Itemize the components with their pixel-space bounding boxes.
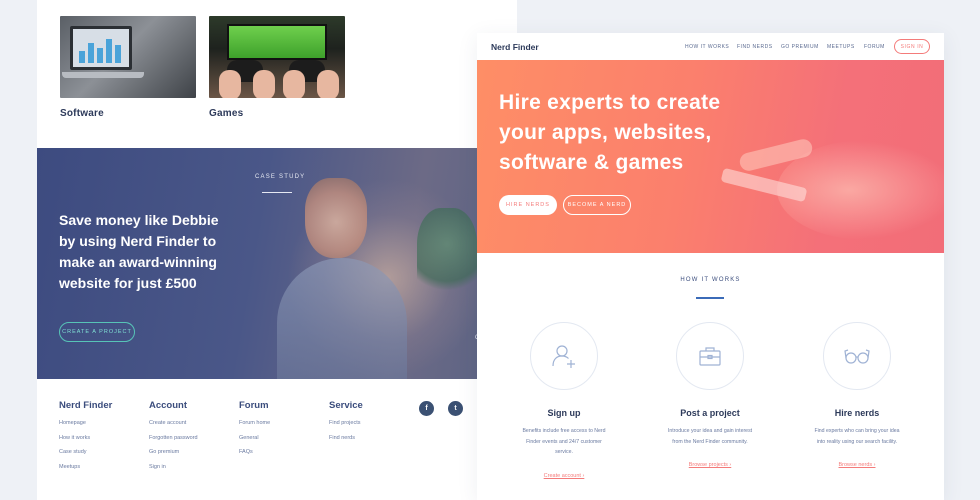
- section-heading-how-it-works: HOW IT WORKS: [680, 277, 741, 283]
- step-post-a-project: Post a project Introduce your idea and g…: [640, 322, 780, 468]
- brand-logo[interactable]: Nerd Finder: [491, 42, 539, 52]
- step-description: Benefits include free access to Nerd Fin…: [522, 428, 606, 455]
- nav-meetups[interactable]: MEETUPS: [827, 44, 855, 50]
- footer-link-go-premium[interactable]: Go premium: [149, 449, 239, 455]
- sign-in-button[interactable]: SIGN IN: [894, 39, 930, 54]
- hero-banner: Hire experts to create your apps, websit…: [477, 60, 944, 253]
- top-nav: Nerd Finder HOW IT WORKS FIND NERDS GO P…: [477, 33, 944, 60]
- browse-nerds-link[interactable]: Browse nerds ›: [787, 462, 927, 468]
- category-label: Software: [60, 108, 104, 119]
- category-card-software[interactable]: Software: [60, 16, 196, 119]
- software-thumbnail: [60, 16, 196, 98]
- step-description: Find experts who can bring your idea int…: [814, 428, 900, 445]
- footer-link-faqs[interactable]: FAQs: [239, 449, 329, 455]
- footer-link-case-study[interactable]: Case study: [59, 449, 149, 455]
- footer-link-homepage[interactable]: Homepage: [59, 420, 149, 426]
- create-project-button[interactable]: CREATE A PROJECT: [59, 322, 135, 342]
- hero-title: Hire experts to create your apps, websit…: [499, 91, 721, 174]
- footer-column-service: Service Find projects Find nerds: [329, 400, 419, 478]
- browse-projects-link[interactable]: Browse projects ›: [640, 462, 780, 468]
- divider: [696, 297, 724, 299]
- laptop-icon: [70, 26, 132, 70]
- footer-link-find-nerds[interactable]: Find nerds: [329, 435, 419, 441]
- nav-forum[interactable]: FORUM: [864, 44, 885, 50]
- category-card-games[interactable]: Games: [209, 16, 345, 119]
- nav-how-it-works[interactable]: HOW IT WORKS: [685, 44, 729, 50]
- case-study-title: Save money like Debbie by using Nerd Fin…: [59, 212, 219, 291]
- briefcase-icon: [676, 322, 744, 390]
- footer-link-create-account[interactable]: Create account: [149, 420, 239, 426]
- footer-link-general[interactable]: General: [239, 435, 329, 441]
- category-label: Games: [209, 108, 244, 119]
- nav-go-premium[interactable]: GO PREMIUM: [781, 44, 819, 50]
- footer: Nerd Finder Homepage How it works Case s…: [59, 400, 419, 478]
- footer-link-how-it-works[interactable]: How it works: [59, 435, 149, 441]
- case-study-banner: CASE STUDY Save money like Debbie by usi…: [37, 148, 517, 379]
- hire-nerds-button[interactable]: HIRE NERDS: [499, 195, 557, 215]
- step-hire-nerds: Hire nerds Find experts who can bring yo…: [787, 322, 927, 468]
- games-thumbnail: [209, 16, 345, 98]
- user-add-icon: [530, 322, 598, 390]
- facebook-icon[interactable]: f: [419, 401, 434, 416]
- footer-column-account: Account Create account Forgotten passwor…: [149, 400, 239, 478]
- step-description: Introduce your idea and gain interest fr…: [667, 428, 753, 445]
- footer-column-title: Account: [149, 400, 187, 411]
- footer-link-forum-home[interactable]: Forum home: [239, 420, 329, 426]
- case-study-tag: CASE STUDY: [255, 174, 306, 180]
- step-title: Post a project: [680, 408, 740, 418]
- footer-link-forgotten-password[interactable]: Forgotten password: [149, 435, 239, 441]
- become-a-nerd-button[interactable]: BECOME A NERD: [563, 195, 631, 215]
- footer-column-title: Forum: [239, 400, 269, 411]
- footer-column-title: Service: [329, 400, 363, 411]
- twitter-icon[interactable]: t: [448, 401, 463, 416]
- step-title: Hire nerds: [834, 408, 880, 418]
- create-account-link[interactable]: Create account ›: [494, 473, 634, 479]
- footer-column-forum: Forum Forum home General FAQs: [239, 400, 329, 478]
- nav-find-nerds[interactable]: FIND NERDS: [737, 44, 773, 50]
- step-title: Sign up: [547, 408, 581, 418]
- step-sign-up: Sign up Benefits include free access to …: [494, 322, 634, 479]
- footer-link-find-projects[interactable]: Find projects: [329, 420, 419, 426]
- footer-link-meetups[interactable]: Meetups: [59, 464, 149, 470]
- footer-column-nerd-finder: Nerd Finder Homepage How it works Case s…: [59, 400, 149, 478]
- footer-column-title: Nerd Finder: [59, 400, 113, 411]
- left-page-mockup: Software Games CASE STUDY Save money lik…: [37, 0, 517, 500]
- footer-link-sign-in[interactable]: Sign in: [149, 464, 239, 470]
- glasses-icon: [823, 322, 891, 390]
- right-page-mockup: Nerd Finder HOW IT WORKS FIND NERDS GO P…: [477, 33, 944, 500]
- divider: [262, 192, 292, 193]
